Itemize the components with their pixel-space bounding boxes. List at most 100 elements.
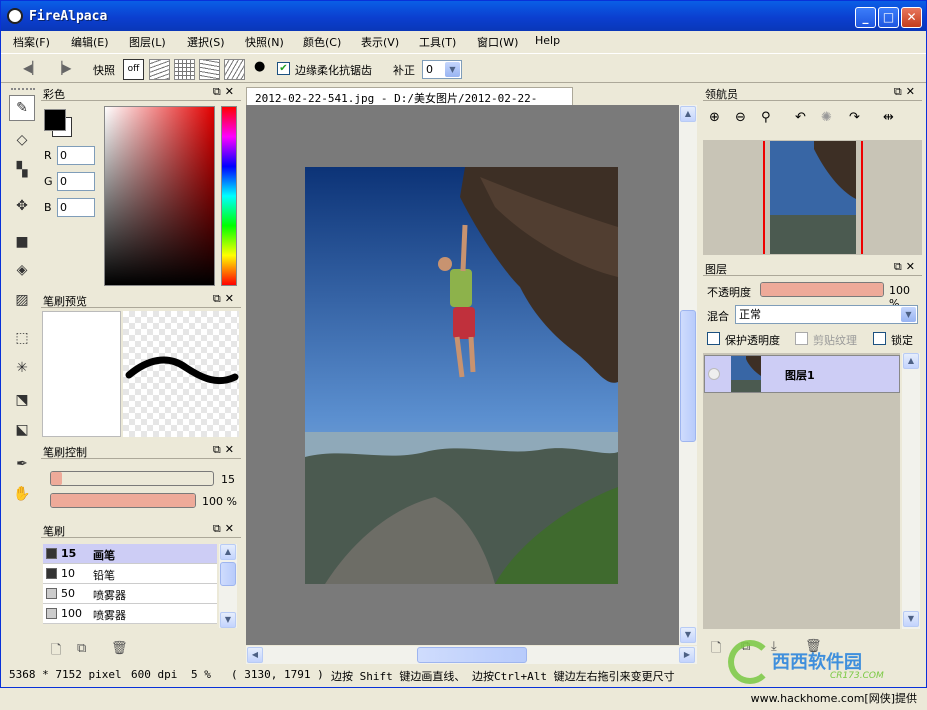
brush-item[interactable]: 10 铅笔: [43, 564, 217, 584]
lock-checkbox[interactable]: [873, 332, 886, 345]
blend-select[interactable]: 正常 ▼: [735, 305, 918, 324]
brush-opacity-slider[interactable]: [50, 493, 196, 508]
canvas-horizontal-scrollbar[interactable]: ◀ ▶: [246, 646, 697, 664]
new-layer-icon[interactable]: 🗋: [711, 639, 721, 661]
menu-tools[interactable]: 工具(T): [419, 34, 456, 50]
brush-size-slider[interactable]: [50, 471, 214, 486]
menu-select[interactable]: 選択(S): [187, 34, 225, 50]
snapshot-label: 快照: [93, 64, 115, 77]
scroll-thumb[interactable]: [220, 562, 236, 586]
navigator-viewport[interactable]: [763, 141, 863, 254]
brush-item[interactable]: 100 喷雾器: [43, 604, 217, 624]
canvas-vertical-scrollbar[interactable]: ▲ ▼: [679, 105, 697, 645]
primary-color-swatch[interactable]: [44, 109, 66, 131]
scroll-down-icon[interactable]: ▼: [680, 627, 696, 643]
menu-color[interactable]: 颜色(C): [303, 34, 341, 50]
snapshot-off-button[interactable]: off: [123, 59, 144, 80]
scroll-up-icon[interactable]: ▲: [220, 544, 236, 560]
blend-label: 混合: [707, 310, 729, 323]
layer-list-scrollbar[interactable]: ▲ ▼: [902, 353, 920, 629]
minimize-button[interactable]: _: [855, 7, 876, 28]
panel-buttons[interactable]: ⧉✕: [213, 85, 238, 99]
close-button[interactable]: ✕: [901, 7, 922, 28]
brush-size: 100: [61, 607, 82, 620]
fill-rect-tool-icon[interactable]: ■: [9, 229, 35, 255]
menu-help[interactable]: Help: [535, 34, 560, 47]
zoom-out-icon[interactable]: ⊖: [735, 110, 746, 125]
canvas-area[interactable]: [246, 105, 679, 645]
zoom-fit-icon[interactable]: ⚲: [761, 110, 771, 125]
menu-layer[interactable]: 图层(L): [129, 34, 166, 50]
r-input[interactable]: [57, 146, 95, 165]
visibility-eye-icon[interactable]: [708, 368, 720, 380]
protect-alpha-checkbox[interactable]: [707, 332, 720, 345]
navigator-preview[interactable]: [703, 140, 922, 255]
next-icon[interactable]: ▕▶: [53, 61, 71, 75]
rotate-reset-icon[interactable]: ✺: [821, 110, 832, 125]
new-brush-icon[interactable]: 🗋: [51, 641, 61, 663]
menu-file[interactable]: 档案(F): [13, 34, 50, 50]
scroll-thumb[interactable]: [417, 647, 527, 663]
correction-label: 补正: [393, 64, 415, 77]
eraser-tool-icon[interactable]: ◇: [9, 127, 35, 153]
snapshot-grid-icon[interactable]: [174, 59, 195, 80]
panel-buttons[interactable]: ⧉✕: [894, 260, 919, 274]
panel-buttons[interactable]: ⧉✕: [213, 443, 238, 457]
select-tool-icon[interactable]: ⬚: [9, 325, 35, 351]
menu-view[interactable]: 表示(V): [361, 34, 399, 50]
brush-list-scrollbar[interactable]: ▲ ▼: [219, 544, 237, 628]
select-eraser-icon[interactable]: ⬕: [9, 417, 35, 443]
flip-horizontal-icon[interactable]: ⇹: [883, 110, 894, 125]
layer-opacity-slider[interactable]: [760, 282, 884, 297]
snapshot-dot-icon[interactable]: ●: [254, 59, 265, 74]
panel-buttons[interactable]: ⧉✕: [894, 85, 919, 99]
bucket-tool-icon[interactable]: ◈: [9, 257, 35, 283]
pen-tool-icon[interactable]: ✎: [9, 95, 35, 121]
rotate-right-icon[interactable]: ↷: [849, 110, 860, 125]
scroll-up-icon[interactable]: ▲: [903, 353, 919, 369]
brush-item[interactable]: 15 画笔: [43, 544, 217, 564]
document-tab[interactable]: 2012-02-22-541.jpg - D:/美女图片/2012-02-22-…: [246, 87, 573, 119]
menu-edit[interactable]: 编辑(E): [71, 34, 109, 50]
duplicate-brush-icon[interactable]: ⧉: [77, 641, 86, 656]
dot-tool-icon[interactable]: ▚: [9, 157, 35, 183]
g-input[interactable]: [57, 172, 95, 191]
correction-select[interactable]: 0 ▼: [422, 60, 462, 79]
magic-wand-icon[interactable]: ✳: [9, 355, 35, 381]
scroll-down-icon[interactable]: ▼: [220, 612, 236, 628]
navigator-title: 领航员: [705, 88, 738, 101]
saturation-value-picker[interactable]: [104, 106, 215, 286]
snapshot-lines-icon[interactable]: [149, 59, 170, 80]
clipping-checkbox[interactable]: [795, 332, 808, 345]
eyedropper-icon[interactable]: ✒: [9, 451, 35, 477]
delete-brush-icon[interactable]: 🗑: [111, 641, 128, 656]
layer-row[interactable]: 图层1: [704, 355, 900, 393]
snapshot-radial-icon[interactable]: [224, 59, 245, 80]
zoom-in-icon[interactable]: ⊕: [709, 110, 720, 125]
b-input[interactable]: [57, 198, 95, 217]
menu-window[interactable]: 窗口(W): [477, 34, 518, 50]
brush-item[interactable]: 50 喷雾器: [43, 584, 217, 604]
panel-buttons[interactable]: ⧉✕: [213, 522, 238, 536]
maximize-button[interactable]: □: [878, 7, 899, 28]
rotate-left-icon[interactable]: ↶: [795, 110, 806, 125]
select-pen-icon[interactable]: ⬔: [9, 387, 35, 413]
move-tool-icon[interactable]: ✥: [9, 193, 35, 219]
gradient-tool-icon[interactable]: ▨: [9, 287, 35, 313]
prev-icon[interactable]: ◀▏: [23, 61, 41, 75]
scroll-thumb[interactable]: [680, 310, 696, 442]
brush-swatch: [46, 568, 57, 579]
brush-list-title: 笔刷: [43, 525, 65, 538]
hue-slider[interactable]: [221, 106, 237, 286]
scroll-left-icon[interactable]: ◀: [247, 647, 263, 663]
panel-buttons[interactable]: ⧉✕: [213, 292, 238, 306]
scroll-up-icon[interactable]: ▲: [680, 106, 696, 122]
menu-snapshot[interactable]: 快照(N): [245, 34, 284, 50]
scroll-down-icon[interactable]: ▼: [903, 611, 919, 627]
hand-tool-icon[interactable]: ✋: [9, 481, 35, 507]
color-panel-header: 彩色 ⧉✕: [41, 85, 241, 101]
layer-opacity-fill: [761, 283, 883, 296]
antialias-checkbox[interactable]: ✔: [277, 62, 290, 75]
scroll-right-icon[interactable]: ▶: [679, 647, 695, 663]
snapshot-curve-icon[interactable]: [199, 59, 220, 80]
